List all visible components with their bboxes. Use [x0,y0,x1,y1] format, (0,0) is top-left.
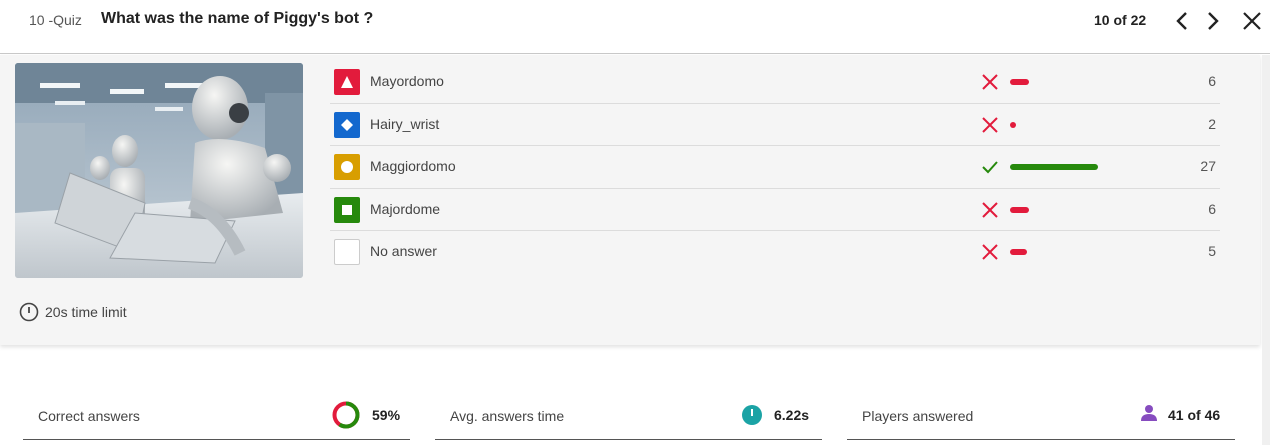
answer-label: Hairy_wrist [370,115,440,132]
user-icon [1141,405,1157,421]
question-panel: Mayordomo 6 Hairy_wrist 2 Maggiordomo 27 [0,55,1260,345]
answer-bar [1010,121,1016,128]
time-limit: 20s time limit [19,302,127,322]
timer-icon [742,405,762,425]
next-question-button[interactable] [1201,8,1225,34]
check-icon [982,161,998,174]
triangle-icon [341,76,353,88]
answer-row: Majordome 6 [330,189,1220,231]
previous-question-button[interactable] [1170,8,1194,34]
time-limit-label: 20s time limit [45,304,127,320]
question-image [15,63,303,278]
timer-icon [19,302,39,322]
answer-bar [1010,164,1098,170]
wrong-icon [982,116,998,133]
answer-list: Mayordomo 6 Hairy_wrist 2 Maggiordomo 27 [330,61,1220,274]
answer-label: Majordome [370,200,441,217]
answer-bar-track [1010,121,1110,129]
answer-shape [334,239,360,265]
answer-count: 6 [1208,73,1216,89]
answer-count: 2 [1208,115,1216,132]
answer-shape [334,69,360,95]
answer-shape [334,196,360,223]
scrollbar[interactable] [1262,55,1270,445]
answer-count: 6 [1208,200,1216,217]
stat-correct-label: Correct answers [38,408,140,424]
stat-players-label: Players answered [862,408,974,424]
wrong-icon [982,74,998,90]
answer-label: Mayordomo [370,73,444,89]
close-icon [1243,12,1261,30]
answer-label: Maggiordomo [370,158,456,174]
stat-avg-time: Avg. answers time 6.22s [435,388,822,440]
answer-row: No answer 5 [330,231,1220,274]
stat-correct: Correct answers 59% [23,388,410,440]
square-icon [342,204,352,215]
circle-icon [341,161,353,173]
quiz-header: 10 -Quiz What was the name of Piggy's bo… [0,0,1270,54]
question-number: 10 -Quiz [29,12,82,28]
close-button[interactable] [1240,8,1264,34]
answer-count: 5 [1208,243,1216,259]
answer-label: No answer [370,243,437,259]
stat-avg-time-label: Avg. answers time [450,408,565,424]
stat-players-value: 41 of 46 [1168,407,1221,423]
answer-bar [1010,79,1029,85]
question-title: What was the name of Piggy's bot ? [101,10,374,27]
donut-icon [332,401,360,429]
chevron-right-icon [1208,12,1219,30]
stat-players: Players answered 41 of 46 [847,388,1235,440]
answer-bar-track [1010,248,1110,256]
answer-row: Maggiordomo 27 [330,146,1220,189]
answer-bar-track [1010,78,1110,86]
diamond-icon [341,118,353,131]
wrong-icon [982,244,998,260]
chevron-left-icon [1176,12,1187,30]
stat-avg-time-value: 6.22s [774,407,810,423]
answer-count: 27 [1200,158,1216,174]
answer-row: Mayordomo 6 [330,61,1220,104]
answer-row: Hairy_wrist 2 [330,104,1220,146]
wrong-icon [982,201,998,218]
question-counter: 10 of 22 [1094,12,1147,28]
answer-bar [1010,249,1027,255]
answer-bar [1010,206,1029,213]
summary-stats: Correct answers 59% Avg. answers time 6.… [23,388,1235,440]
answer-shape [334,111,360,138]
answer-bar-track [1010,206,1110,214]
stat-correct-value: 59% [372,407,401,423]
answer-shape [334,154,360,180]
answer-bar-track [1010,163,1110,171]
